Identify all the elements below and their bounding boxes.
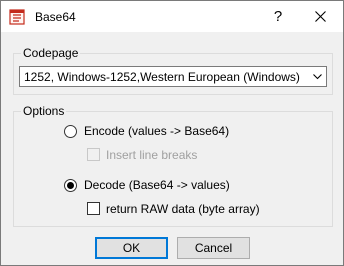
decode-radio[interactable] [64,179,77,192]
app-icon [9,9,25,25]
insert-line-breaks-checkbox [87,148,100,161]
window-title: Base64 [35,10,76,24]
title-bar[interactable]: Base64 ? [1,1,343,32]
chevron-down-icon[interactable] [309,67,326,86]
help-button[interactable]: ? [262,1,294,32]
insert-line-breaks-label: Insert line breaks [106,148,198,162]
codepage-selected-value: 1252, Windows-1252,Western European (Win… [24,70,300,84]
return-raw-label[interactable]: return RAW data (byte array) [106,202,260,216]
cancel-button[interactable]: Cancel [177,237,250,259]
decode-radio-dot [67,182,74,189]
base64-dialog: Base64 ? Codepage 1252, Windows-1252,Wes… [0,0,344,266]
codepage-dropdown[interactable]: 1252, Windows-1252,Western European (Win… [19,66,327,87]
codepage-group-label: Codepage [21,46,81,60]
encode-radio-label[interactable]: Encode (values -> Base64) [84,124,229,138]
close-button[interactable] [298,1,343,32]
return-raw-checkbox[interactable] [87,202,100,215]
encode-radio[interactable] [64,125,77,138]
close-icon [315,11,326,22]
decode-radio-label[interactable]: Decode (Base64 -> values) [84,178,230,192]
ok-button[interactable]: OK [95,237,168,259]
options-group-label: Options [21,104,67,118]
